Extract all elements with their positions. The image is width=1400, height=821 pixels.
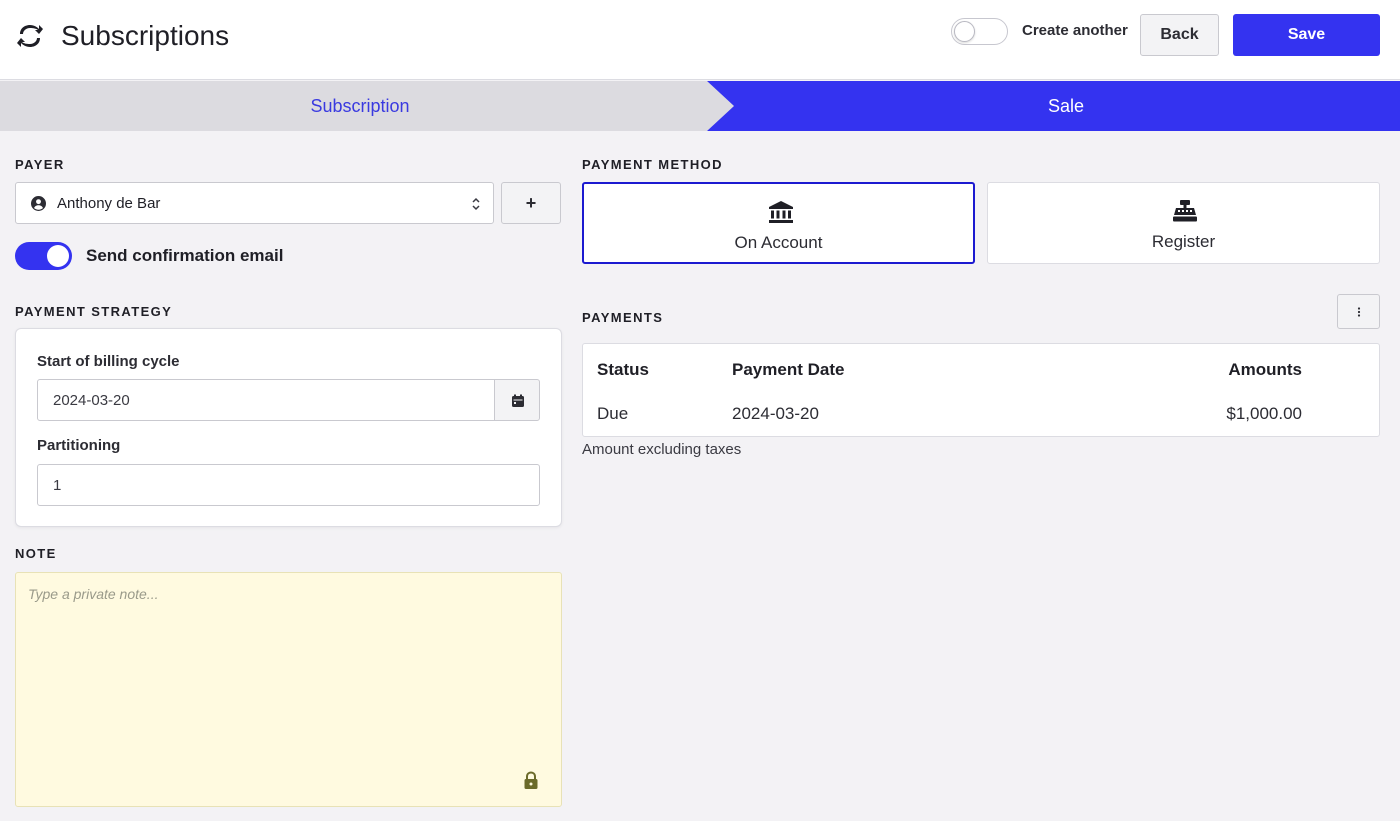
step-subscription[interactable]: Subscription [0,81,734,131]
partitioning-label: Partitioning [37,437,121,454]
send-email-label: Send confirmation email [86,246,284,265]
payments-table: Status Payment Date Amounts Due 2024-03-… [582,343,1380,437]
partitioning-input[interactable] [37,464,540,506]
column-header-status: Status [597,360,649,379]
kebab-menu-icon [1357,307,1361,317]
amount-excluding-taxes-note: Amount excluding taxes [582,441,742,458]
bank-icon [769,201,793,223]
step-sale[interactable]: Sale [707,81,1400,131]
payments-section-label: PAYMENTS [582,310,664,325]
register-label: Register [1151,232,1216,251]
billing-start-label: Start of billing cycle [37,353,180,370]
private-note-textarea[interactable] [15,572,562,807]
column-header-amounts: Amounts [1228,360,1302,379]
payment-method-on-account[interactable]: On Account [582,182,975,264]
user-circle-icon [31,196,46,211]
row-payment-date: 2024-03-20 [732,404,819,423]
row-status: Due [597,404,629,423]
row-amount: $1,000.00 [1226,404,1302,423]
column-header-payment-date: Payment Date [732,360,845,379]
step-sale-label: Sale [1047,96,1085,116]
create-another-toggle[interactable] [951,18,1008,45]
create-another-label: Create another [1022,22,1128,39]
top-header: Subscriptions Create another Back Save [0,0,1400,80]
add-payer-button[interactable]: + [501,182,561,224]
step-subscription-label: Subscription [310,96,410,116]
on-account-label: On Account [734,233,823,252]
calendar-button[interactable] [494,379,540,421]
toggle-knob [47,245,69,267]
back-button[interactable]: Back [1140,14,1219,56]
payer-value: Anthony de Bar [57,195,161,212]
payer-select[interactable]: Anthony de Bar [15,182,494,224]
payment-strategy-section-label: PAYMENT STRATEGY [15,304,173,319]
payment-method-section-label: PAYMENT METHOD [582,157,723,172]
save-button[interactable]: Save [1233,14,1380,56]
note-section-label: NOTE [15,546,57,561]
lock-icon [524,771,538,789]
chevron-up-down-icon [472,197,480,211]
toggle-knob [954,21,975,42]
calendar-icon [512,394,524,407]
refresh-icon [17,25,43,47]
payments-more-button[interactable] [1337,294,1380,329]
payer-section-label: PAYER [15,157,65,172]
wizard-stepper: Subscription Sale [0,81,1400,131]
billing-start-date-input[interactable] [37,379,495,421]
page-title: Subscriptions [61,20,230,51]
send-email-toggle[interactable] [15,242,72,270]
cash-register-icon [1173,200,1197,222]
payment-method-register[interactable]: Register [987,182,1380,264]
